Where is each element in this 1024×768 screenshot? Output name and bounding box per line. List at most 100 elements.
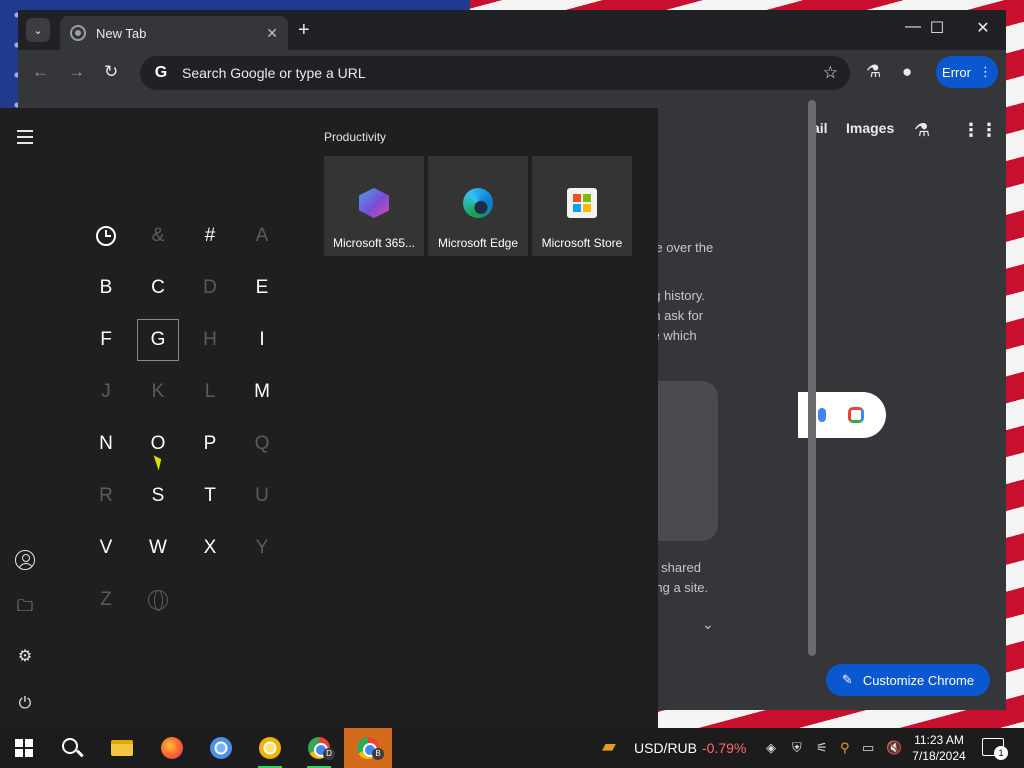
- error-button[interactable]: Error ⋮: [936, 56, 998, 88]
- letter-ampersand: &: [151, 225, 165, 246]
- google-lens-icon[interactable]: [848, 407, 864, 423]
- hamburger-menu-icon[interactable]: [14, 126, 36, 148]
- shield-tray-icon[interactable]: ⛨: [792, 740, 802, 756]
- taskbar-chrome-dev[interactable]: D: [295, 728, 343, 768]
- start-button[interactable]: [0, 728, 48, 768]
- maximize-icon: ☐: [929, 20, 945, 37]
- ethernet-icon[interactable]: ▭: [862, 740, 874, 756]
- letter-r: R: [99, 485, 113, 506]
- taskbar-chromium[interactable]: [197, 728, 245, 768]
- taskbar-search-button[interactable]: [48, 728, 96, 768]
- m365-icon: [359, 188, 389, 218]
- letter-c[interactable]: C: [132, 262, 184, 314]
- reload-button[interactable]: ↻: [104, 62, 118, 82]
- letter-u: U: [255, 485, 269, 506]
- wifi-off-icon[interactable]: ⚟: [816, 740, 828, 756]
- taskbar-file-explorer[interactable]: [98, 728, 146, 768]
- tab-close-icon[interactable]: ✕: [266, 25, 278, 42]
- letter-m[interactable]: M: [236, 366, 288, 418]
- taskbar-chrome-beta[interactable]: B: [344, 728, 392, 768]
- clock-time: 11:23 AM: [914, 733, 964, 747]
- tile-microsoft-365[interactable]: Microsoft 365...: [324, 156, 424, 256]
- profile-badge: D: [323, 748, 335, 760]
- labs-icon[interactable]: ⚗: [914, 120, 930, 141]
- taskbar-firefox[interactable]: [148, 728, 196, 768]
- globe-icon: [148, 590, 168, 611]
- letter-j: J: [101, 381, 111, 402]
- pencil-icon: ✎: [841, 672, 853, 687]
- omnibox[interactable]: G Search Google or type a URL ☆: [140, 56, 850, 90]
- letter-f[interactable]: F: [80, 314, 132, 366]
- letter-n[interactable]: N: [80, 418, 132, 470]
- letter-w[interactable]: W: [132, 522, 184, 574]
- user-account-icon[interactable]: [14, 549, 36, 571]
- store-icon: [567, 188, 597, 218]
- forward-button[interactable]: →: [68, 62, 85, 82]
- maximize-button[interactable]: ☐: [914, 18, 960, 38]
- productivity-tiles: Microsoft 365... Microsoft Edge Microsof…: [324, 156, 632, 256]
- currency-pair[interactable]: USD/RUB: [634, 740, 697, 756]
- taskbar-chrome-canary[interactable]: [246, 728, 294, 768]
- network-tray-icon[interactable]: ◈: [766, 740, 776, 756]
- letter-i[interactable]: I: [236, 314, 288, 366]
- tile-microsoft-edge[interactable]: Microsoft Edge: [428, 156, 528, 256]
- start-rail: 🗀 ⚙ ⏻: [0, 108, 50, 728]
- letter-t[interactable]: T: [184, 470, 236, 522]
- customize-chrome-button[interactable]: ✎ Customize Chrome: [826, 664, 990, 696]
- toolbar: ← → ↻ G Search Google or type a URL ☆ ⚗ …: [18, 50, 1006, 96]
- letter-b[interactable]: B: [80, 262, 132, 314]
- close-window-button[interactable]: ✕: [960, 18, 1006, 38]
- tile-label: Microsoft Edge: [437, 236, 519, 250]
- taskbar: D B ▰ USD/RUB -0.79% ◈ ⛨ ⚟ ⚲ ▭ 🔇 11:23 A…: [0, 728, 1024, 768]
- letter-hash[interactable]: #: [184, 210, 236, 262]
- letter-g[interactable]: G: [132, 314, 184, 366]
- microphone-icon[interactable]: [818, 408, 826, 422]
- tile-label: Microsoft 365...: [332, 236, 416, 250]
- new-tab-button[interactable]: +: [298, 19, 310, 42]
- back-button[interactable]: ←: [32, 62, 49, 82]
- tab-search-button[interactable]: ⌄: [26, 18, 50, 42]
- kebab-menu-icon: ⋮: [978, 64, 992, 79]
- letter-s[interactable]: S: [132, 470, 184, 522]
- letter-d: D: [203, 277, 217, 298]
- profile-icon[interactable]: ●: [902, 62, 912, 82]
- tab-strip: ⌄ New Tab ✕ + — ☐ ✕: [18, 10, 1006, 50]
- start-menu: 🗀 ⚙ ⏻ & # A B C D E F G H I J K L M N O P Q R S T U V W X Y Z Produ…: [0, 108, 658, 728]
- bookmark-star-icon[interactable]: ☆: [823, 63, 838, 83]
- letter-a: A: [255, 225, 269, 246]
- tile-microsoft-store[interactable]: Microsoft Store: [532, 156, 632, 256]
- search-icon: [62, 738, 78, 754]
- google-g-icon: G: [154, 64, 168, 81]
- currency-widget-icon[interactable]: ▰: [602, 736, 616, 757]
- letter-x[interactable]: X: [184, 522, 236, 574]
- folder-icon: [111, 740, 133, 756]
- apps-grid-icon[interactable]: ⋮⋮: [962, 120, 998, 141]
- system-clock[interactable]: 11:23 AM 7/18/2024: [908, 732, 970, 764]
- omnibox-placeholder: Search Google or type a URL: [182, 65, 366, 81]
- currency-change: -0.79%: [702, 740, 747, 756]
- customize-chrome-label: Customize Chrome: [862, 672, 975, 688]
- edge-icon: [463, 188, 493, 218]
- letter-v[interactable]: V: [80, 522, 132, 574]
- volume-muted-icon[interactable]: 🔇: [886, 740, 902, 756]
- notification-count: 1: [994, 746, 1008, 760]
- jump-list-letter-grid: & # A B C D E F G H I J K L M N O P Q R S T U V W X Y Z: [80, 210, 288, 626]
- error-label: Error: [942, 64, 971, 80]
- scrollbar[interactable]: [808, 100, 816, 656]
- letter-p[interactable]: P: [184, 418, 236, 470]
- tab-new-tab[interactable]: New Tab ✕: [60, 16, 288, 50]
- letter-k: K: [151, 381, 165, 402]
- tab-title: New Tab: [96, 25, 147, 41]
- letter-e[interactable]: E: [236, 262, 288, 314]
- letter-recent[interactable]: [80, 210, 132, 262]
- documents-icon[interactable]: 🗀: [14, 597, 36, 619]
- settings-gear-icon[interactable]: ⚙: [14, 645, 36, 667]
- images-link[interactable]: Images: [846, 120, 894, 136]
- letter-y: Y: [255, 537, 269, 558]
- labs-flask-icon[interactable]: ⚗: [866, 62, 881, 82]
- key-tray-icon[interactable]: ⚲: [840, 740, 850, 756]
- letter-h: H: [203, 329, 217, 350]
- chevron-down-icon[interactable]: ⌄: [702, 616, 714, 633]
- power-icon[interactable]: ⏻: [14, 693, 36, 715]
- letter-q: Q: [254, 433, 270, 454]
